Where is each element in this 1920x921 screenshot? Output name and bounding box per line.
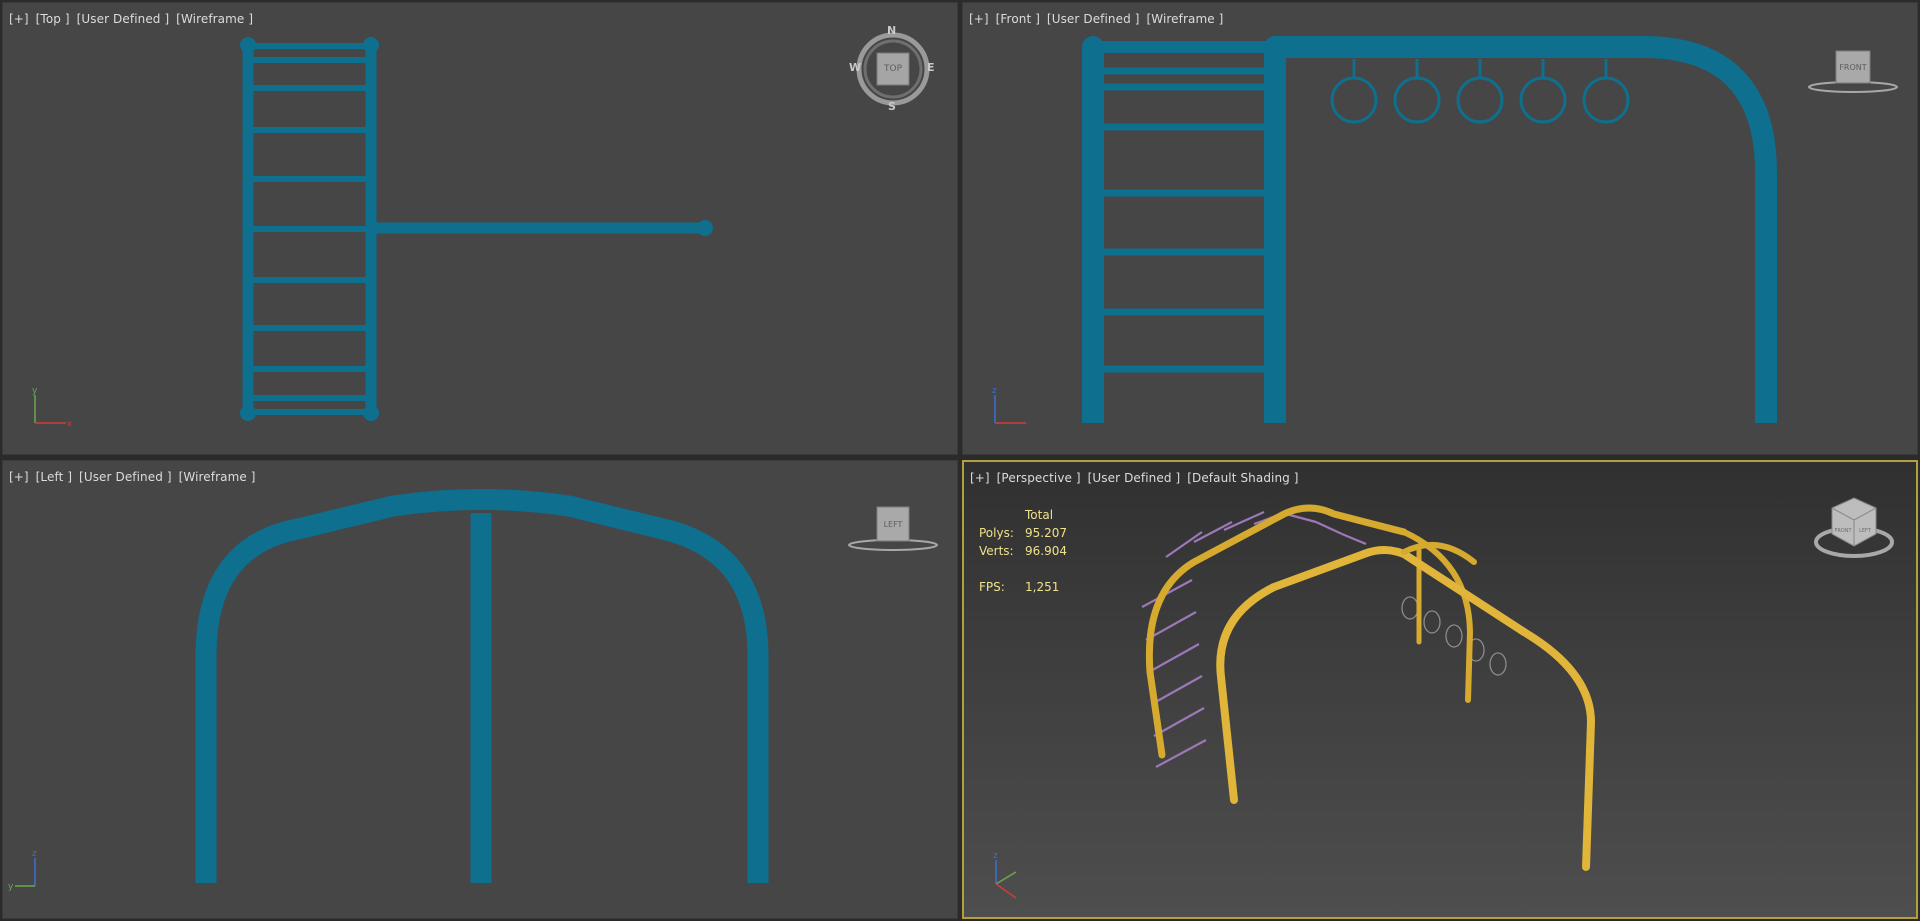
compass-west: W [849,61,862,74]
viewport-front[interactable]: [+] [Front ] [User Defined ] [Wireframe … [962,2,1918,455]
viewcube-face-front[interactable]: FRONT [1836,63,1870,72]
viewport-left[interactable]: [+] [Left ] [User Defined ] [Wireframe ]… [2,460,958,919]
compass-south: S [888,100,896,113]
viewport-perspective[interactable]: [+] [Perspective ] [User Defined ] [Defa… [962,460,1918,919]
viewport-top[interactable]: [+] [Top ] [User Defined ] [Wireframe ] [2,2,958,455]
viewcube-face-left[interactable]: LEFT [1855,528,1875,534]
viewcube-left[interactable] [3,461,958,919]
viewcube-top[interactable] [3,3,958,455]
viewcube-face-front[interactable]: FRONT [1833,528,1853,534]
viewcube-face-top[interactable]: TOP [877,64,909,74]
compass-east: E [927,61,935,74]
compass-north: N [887,24,897,37]
viewcube-front[interactable] [963,3,1918,455]
viewcube-perspective[interactable] [964,462,1916,917]
viewcube-face-left[interactable]: LEFT [877,520,909,529]
